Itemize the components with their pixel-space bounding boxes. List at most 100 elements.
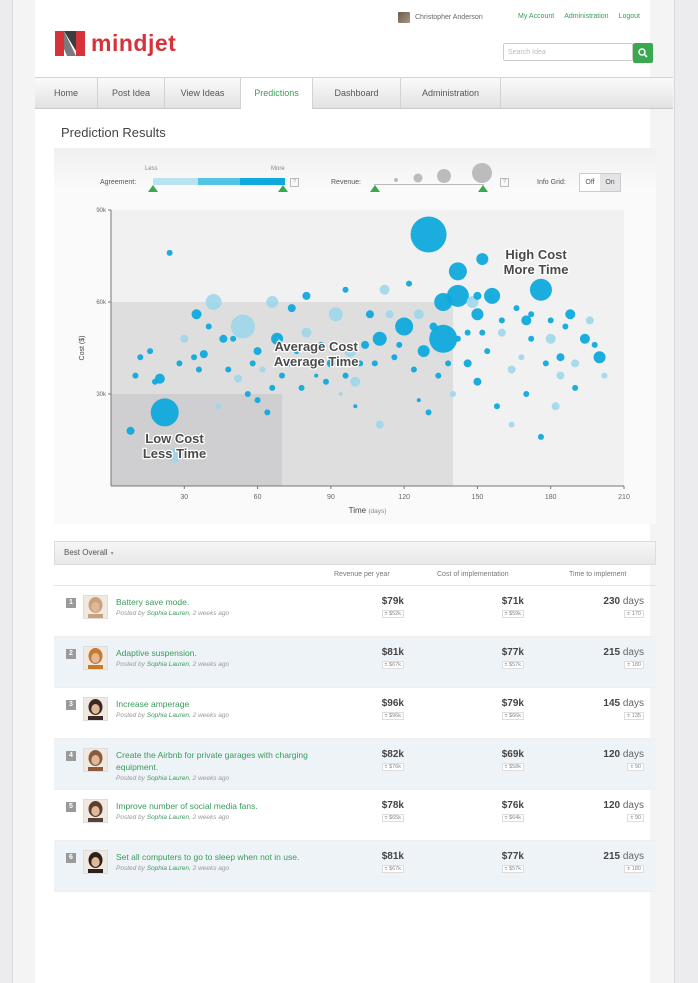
- data-point: [328, 307, 343, 322]
- author-avatar[interactable]: [83, 799, 108, 823]
- data-point: [230, 335, 237, 342]
- table-row[interactable]: 2 Adaptive suspension. Posted by Sophia La…: [54, 637, 656, 688]
- avatar-photo-icon: [84, 647, 107, 669]
- table-row[interactable]: 3 Increase amperage Posted by Sophia Laure…: [54, 688, 656, 739]
- idea-title-link[interactable]: Battery save mode.: [116, 596, 341, 608]
- revenue-cell: $96k ± $96k: [354, 698, 404, 720]
- data-point: [301, 327, 312, 338]
- time-range: ± 90: [627, 814, 644, 822]
- user-info[interactable]: Christopher Anderson: [398, 12, 483, 23]
- chevron-down-icon[interactable]: ▾: [111, 543, 114, 565]
- author-link[interactable]: Sophia Lauren: [147, 661, 189, 668]
- author-avatar[interactable]: [83, 850, 108, 874]
- table-row[interactable]: 6 Set all computers to go to sleep when n…: [54, 841, 656, 892]
- revenue-help-icon[interactable]: ?: [500, 178, 509, 187]
- data-point: [176, 360, 183, 367]
- agreement-max-handle[interactable]: [278, 185, 288, 192]
- table-header[interactable]: Best Overall ▾: [54, 541, 656, 565]
- data-point: [463, 359, 472, 368]
- region-label: Average Time: [274, 354, 359, 369]
- logo[interactable]: mindjet: [55, 30, 176, 57]
- cost-value: $71k: [501, 596, 524, 607]
- administration-link[interactable]: Administration: [564, 13, 608, 20]
- revenue-min-handle[interactable]: [370, 185, 380, 192]
- agreement-slider-track[interactable]: [153, 178, 285, 185]
- data-point: [215, 403, 222, 410]
- author-link[interactable]: Sophia Lauren: [147, 865, 189, 872]
- idea-title-link[interactable]: Increase amperage: [116, 698, 341, 710]
- agreement-help-icon[interactable]: ?: [290, 178, 299, 187]
- idea-title-link[interactable]: Set all computers to go to sleep when no…: [116, 851, 341, 863]
- time-unit: days: [622, 749, 644, 760]
- revenue-cell: $81k ± $67k: [354, 647, 404, 669]
- data-point: [542, 360, 549, 367]
- tab-post-idea[interactable]: Post Idea: [98, 78, 165, 108]
- author-avatar[interactable]: [83, 646, 108, 670]
- revenue-max-handle[interactable]: [478, 185, 488, 192]
- tab-home[interactable]: Home: [35, 78, 98, 108]
- region-label: Average Cost: [275, 339, 359, 354]
- search-input[interactable]: Search Idea: [503, 43, 633, 61]
- rank-badge: 6: [66, 853, 76, 863]
- author-link[interactable]: Sophia Lauren: [147, 712, 189, 719]
- cost-range: ± $59k: [501, 610, 524, 618]
- region-label: More Time: [504, 262, 569, 277]
- author-avatar[interactable]: [83, 748, 108, 772]
- posted-meta: Posted by Sophia Lauren, 2 weeks ago: [116, 661, 230, 668]
- tab-dashboard[interactable]: Dashboard: [313, 78, 401, 108]
- time-cell: 120 days ± 90: [574, 749, 644, 771]
- data-point: [528, 335, 535, 342]
- data-point: [435, 372, 442, 379]
- info-grid-off[interactable]: Off: [580, 174, 600, 191]
- tab-administration[interactable]: Administration: [401, 78, 501, 108]
- author-avatar[interactable]: [83, 697, 108, 721]
- tab-predictions[interactable]: Predictions: [241, 78, 313, 109]
- y-tick-label: 60k: [96, 300, 107, 306]
- agreement-min-handle[interactable]: [148, 185, 158, 192]
- x-axis-label: Time (days): [349, 506, 387, 515]
- page-frame: Christopher Anderson My Account Administ…: [12, 0, 675, 983]
- data-point: [498, 317, 505, 324]
- col-revenue[interactable]: Revenue per year: [334, 571, 390, 578]
- data-point: [338, 392, 343, 396]
- time-cell: 215 days ± 180: [574, 647, 644, 669]
- my-account-link[interactable]: My Account: [518, 13, 554, 20]
- agreement-label: Agreement:: [100, 179, 137, 186]
- revenue-value: $82k: [381, 749, 404, 760]
- table-row[interactable]: 1 Battery save mode. Posted by Sophia Laur…: [54, 586, 656, 637]
- revenue-range: ± $65k: [381, 814, 404, 822]
- author-link[interactable]: Sophia Lauren: [147, 775, 189, 782]
- tab-view-ideas[interactable]: View Ideas: [165, 78, 241, 108]
- logout-link[interactable]: Logout: [619, 13, 640, 20]
- data-point: [279, 372, 285, 379]
- data-point: [191, 354, 198, 361]
- col-cost[interactable]: Cost of implementation: [437, 571, 509, 578]
- idea-title-link[interactable]: Adaptive suspension.: [116, 647, 341, 659]
- idea-title-link[interactable]: Improve number of social media fans.: [116, 800, 341, 812]
- time-range: ± 135: [624, 712, 644, 720]
- data-point: [150, 398, 179, 427]
- time-range: ± 90: [627, 763, 644, 771]
- posted-by-label: Posted by: [116, 712, 145, 719]
- idea-title-link[interactable]: Create the Airbnb for private garages wi…: [116, 749, 341, 773]
- revenue-value: $96k: [381, 698, 404, 709]
- info-grid-on[interactable]: On: [600, 174, 620, 191]
- info-grid-toggle[interactable]: Off On: [579, 173, 621, 192]
- data-point: [545, 333, 556, 344]
- time-unit: days: [622, 800, 644, 811]
- time-value: 145: [603, 698, 621, 709]
- time-cell: 145 days ± 135: [574, 698, 644, 720]
- data-point: [434, 293, 453, 311]
- table-row[interactable]: 5 Improve number of social media fans. Pos…: [54, 790, 656, 841]
- col-time[interactable]: Time to implement: [569, 571, 626, 578]
- author-link[interactable]: Sophia Lauren: [147, 814, 189, 821]
- data-point: [379, 284, 390, 295]
- table-row[interactable]: 4 Create the Airbnb for private garages w…: [54, 739, 656, 790]
- search-button[interactable]: [633, 43, 653, 63]
- time-cell: 120 days ± 90: [574, 800, 644, 822]
- author-avatar[interactable]: [83, 595, 108, 619]
- data-point: [375, 420, 384, 429]
- data-point: [585, 316, 594, 325]
- author-link[interactable]: Sophia Lauren: [147, 610, 189, 617]
- data-point: [417, 345, 430, 358]
